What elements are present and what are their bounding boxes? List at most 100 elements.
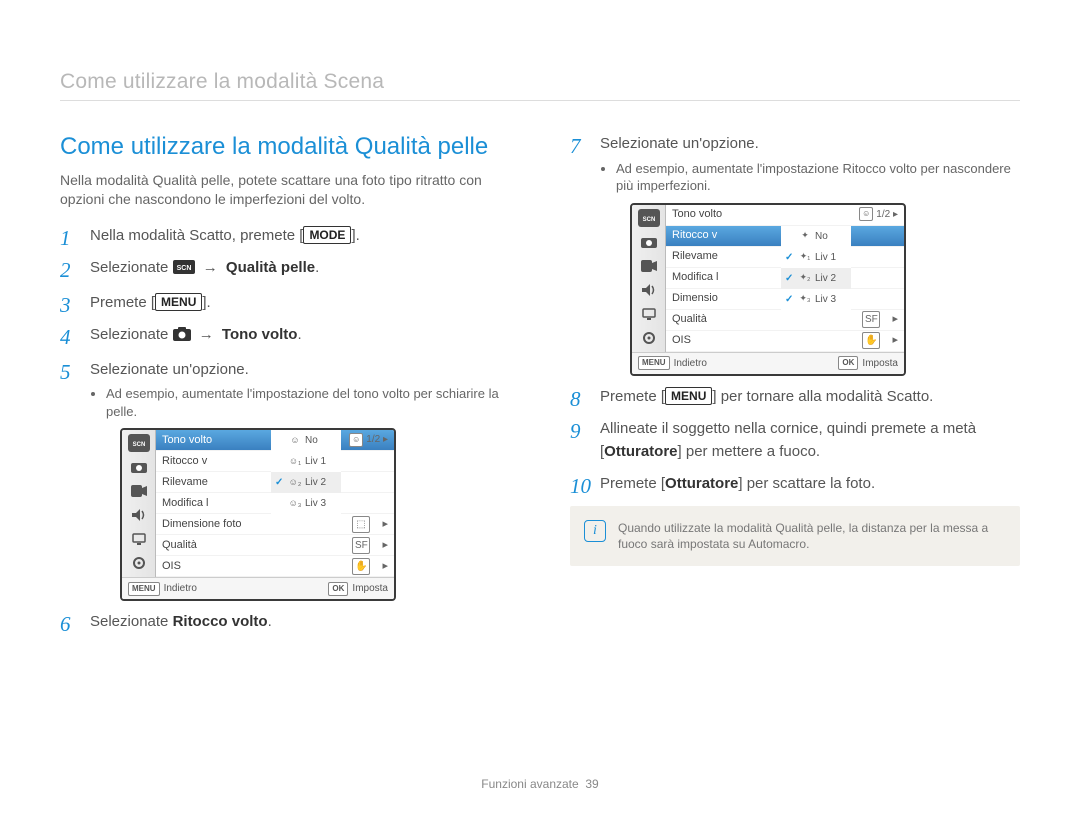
step-sub-item: Ad esempio, aumentate l'impostazione del… <box>106 385 510 420</box>
sound-tab-icon <box>638 281 660 299</box>
face-icon: ☺ <box>349 433 363 447</box>
face-3-icon: ☺₃ <box>288 498 302 510</box>
scn-tab-icon: SCN <box>128 434 150 452</box>
right-column: 7 Selezionate un'opzione. Ad esempio, au… <box>570 133 1020 644</box>
camera-tab-icon <box>128 458 150 476</box>
camera-tab-icon <box>638 233 660 251</box>
step-number: 10 <box>570 471 591 503</box>
option-liv1: ☺₁Liv 1 <box>271 451 341 472</box>
step-sub-item: Ad esempio, aumentate l'impostazione Rit… <box>616 160 1020 195</box>
step-text: Selezionate un'opzione. <box>600 135 759 152</box>
breadcrumb-header: Come utilizzare la modalità Scena <box>60 70 1020 101</box>
retouch-2-icon: ✦₂ <box>798 272 812 284</box>
arrow-icon: → <box>203 259 218 276</box>
step-text: Premete [ <box>600 475 665 492</box>
page-indicator: ☺ 1/2 ▸ <box>349 432 388 447</box>
menu-button-label: MENU <box>155 293 202 311</box>
menu-footer: MENUIndietro OKImposta <box>122 577 394 599</box>
two-column-layout: Come utilizzare la modalità Qualità pell… <box>60 133 1020 644</box>
step-text: Premete [ <box>600 388 665 405</box>
arrow-icon: → <box>199 326 214 343</box>
camera-icon <box>173 326 191 349</box>
step-9: 9 Allineate il soggetto nella cornice, q… <box>570 418 1020 463</box>
step-10: 10 Premete [Otturatore] per scattare la … <box>570 473 1020 496</box>
mode-button-label: MODE <box>303 226 351 244</box>
face-icon: ☺ <box>859 207 873 221</box>
menu-row: Dimensione foto⬚▸ <box>156 514 394 535</box>
option-liv1: ✓✦₁Liv 1 <box>781 247 851 268</box>
step-text: Selezionate <box>90 613 173 630</box>
step-6: 6 Selezionate Ritocco volto. <box>60 611 510 634</box>
section-title: Come utilizzare la modalità Qualità pell… <box>60 133 510 161</box>
face-1-icon: ☺₁ <box>288 456 302 468</box>
sound-tab-icon <box>128 506 150 524</box>
step-number: 6 <box>60 609 71 641</box>
camera-menu-screenshot-1: SCN ☺ 1/2 ▸ <box>120 428 396 601</box>
set-hint: OKImposta <box>328 581 388 596</box>
steps-list-right: 7 Selezionate un'opzione. Ad esempio, au… <box>570 133 1020 496</box>
quality-icon: SF <box>352 537 370 554</box>
scn-icon: SCN <box>173 259 195 282</box>
step-sub-list: Ad esempio, aumentate l'impostazione Rit… <box>616 160 1020 195</box>
step-3: 3 Premete [MENU]. <box>60 292 510 315</box>
option-popup: ☺No ☺₁Liv 1 ✓☺₂Liv 2 ☺₃Liv 3 <box>271 430 341 514</box>
step-text: Nella modalità Scatto, premete [ <box>90 227 303 244</box>
option-liv2: ✓✦₂Liv 2 <box>781 268 851 289</box>
steps-list-left: 1 Nella modalità Scatto, premete [MODE].… <box>60 225 510 634</box>
menu-row: QualitàSF▸ <box>156 535 394 556</box>
camera-menu-screenshot-2: SCN ☺ 1/2 ▸ <box>630 203 906 376</box>
page-indicator: ☺ 1/2 ▸ <box>859 207 898 222</box>
left-column: Come utilizzare la modalità Qualità pell… <box>60 133 510 644</box>
note-text: Quando utilizzate la modalità Qualità pe… <box>618 520 1006 552</box>
menu-sidebar: SCN <box>632 205 666 352</box>
svg-text:SCN: SCN <box>132 442 145 448</box>
step-7: 7 Selezionate un'opzione. Ad esempio, au… <box>570 133 1020 376</box>
ois-icon: ✋ <box>862 332 880 349</box>
step-4: 4 Selezionate → Tono volto. <box>60 324 510 349</box>
retouch-1-icon: ✦₁ <box>798 251 812 263</box>
size-icon: ⬚ <box>352 516 370 533</box>
back-hint: MENUIndietro <box>638 356 707 371</box>
menu-sidebar: SCN <box>122 430 156 577</box>
footer-page-number: 39 <box>585 777 598 791</box>
bold-term: Otturatore <box>604 443 677 460</box>
step-number: 4 <box>60 322 71 354</box>
step-text: Selezionate <box>90 259 173 276</box>
menu-row: OIS✋▸ <box>156 556 394 577</box>
step-number: 3 <box>60 290 71 322</box>
svg-text:SCN: SCN <box>642 217 655 223</box>
manual-page: Come utilizzare la modalità Scena Come u… <box>0 0 1080 644</box>
option-liv2: ✓☺₂Liv 2 <box>271 472 341 493</box>
option-no: ☺No <box>271 430 341 451</box>
option-liv3: ✓✦₃Liv 3 <box>781 289 851 310</box>
step-text: Selezionate un'opzione. <box>90 361 249 378</box>
set-hint: OKImposta <box>838 356 898 371</box>
retouch-off-icon: ✦ <box>798 230 812 242</box>
step-number: 5 <box>60 357 71 389</box>
step-8: 8 Premete [MENU] per tornare alla modali… <box>570 386 1020 409</box>
step-sub-list: Ad esempio, aumentate l'impostazione del… <box>106 385 510 420</box>
face-off-icon: ☺ <box>288 435 302 447</box>
menu-row: OIS✋▸ <box>666 331 904 352</box>
option-no: ✦No <box>781 226 851 247</box>
step-number: 2 <box>60 255 71 287</box>
bold-term: Ritocco volto <box>173 613 268 630</box>
page-footer: Funzioni avanzate 39 <box>0 777 1080 791</box>
step-number: 8 <box>570 384 581 416</box>
settings-tab-icon <box>128 554 150 572</box>
bold-term: Otturatore <box>665 475 738 492</box>
info-icon: i <box>584 520 606 542</box>
step-2: 2 Selezionate SCN → Qualità pelle. <box>60 257 510 282</box>
video-tab-icon <box>128 482 150 500</box>
footer-section: Funzioni avanzate <box>481 777 578 791</box>
quality-icon: SF <box>862 311 880 328</box>
step-1: 1 Nella modalità Scatto, premete [MODE]. <box>60 225 510 248</box>
menu-row: QualitàSF▸ <box>666 310 904 331</box>
ois-icon: ✋ <box>352 558 370 575</box>
back-hint: MENUIndietro <box>128 581 197 596</box>
step-text: Premete [ <box>90 294 155 311</box>
intro-paragraph: Nella modalità Qualità pelle, potete sca… <box>60 171 510 209</box>
step-5: 5 Selezionate un'opzione. Ad esempio, au… <box>60 359 510 602</box>
retouch-3-icon: ✦₃ <box>798 293 812 305</box>
scn-tab-icon: SCN <box>638 209 660 227</box>
